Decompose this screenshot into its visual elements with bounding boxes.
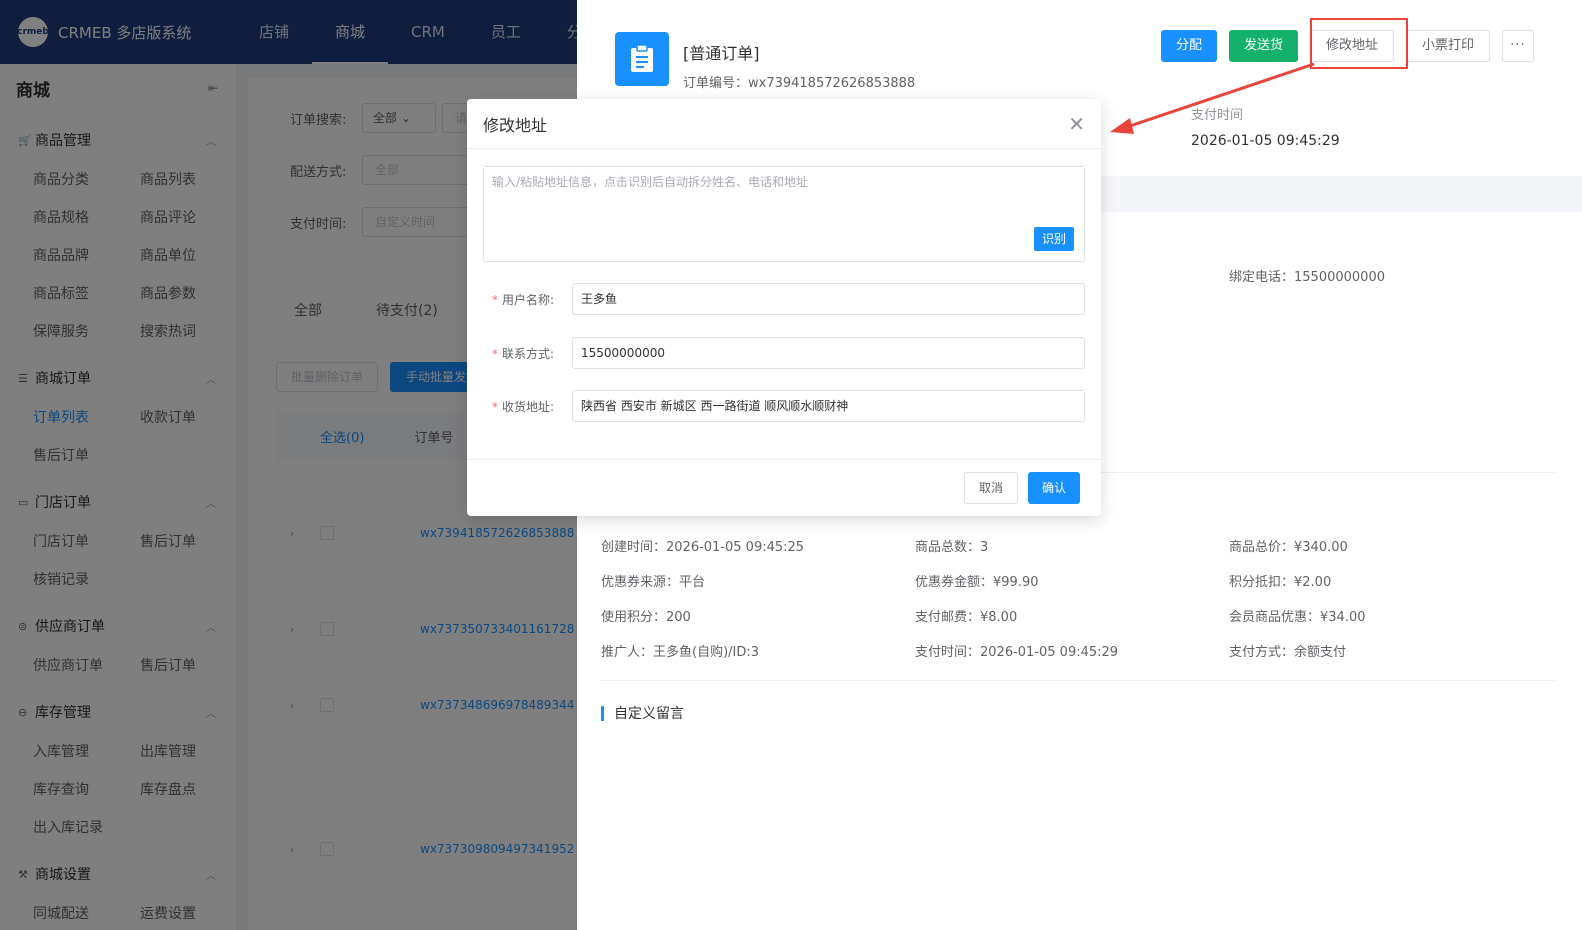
annotation-highlight-box [1310,18,1408,69]
pay-time-value: 2026-01-05 09:45:29 [1191,133,1340,149]
paste-placeholder: 输入/粘贴地址信息，点击识别后自动拆分姓名、电话和地址 [492,175,809,189]
recognize-button[interactable]: 识别 [1033,227,1074,251]
info-postage: 支付邮费：¥8.00 [915,610,1018,625]
dialog-footer: 取消 确认 [467,459,1101,516]
info-pay-time: 支付时间：2026-01-05 09:45:29 [915,645,1119,660]
order-type: [普通订单] [683,44,760,63]
name-input[interactable]: 王多鱼 [572,283,1085,315]
label-text: 用户名称: [501,292,554,307]
info-row: 推广人：王多鱼(自购)/ID:3 支付时间：2026-01-05 09:45:2… [601,633,1561,668]
label-text: 收货地址: [501,399,554,414]
address-paste-textarea[interactable]: 输入/粘贴地址信息，点击识别后自动拆分姓名、电话和地址 识别 [483,166,1085,262]
form-row-phone: * 联系方式: 15500000000 [483,337,1085,369]
info-points-deduct: 积分抵扣：¥2.00 [1229,575,1332,590]
label-text: 联系方式: [501,346,554,361]
edit-address-dialog: 修改地址 ✕ 输入/粘贴地址信息，点击识别后自动拆分姓名、电话和地址 识别 * 用… [467,99,1101,516]
section-title-text: 自定义留言 [614,706,684,722]
info-pay-method: 支付方式：余额支付 [1229,645,1347,660]
phone-label: * 联系方式: [483,345,572,362]
assign-button[interactable]: 分配 [1160,30,1217,62]
info-goods-count: 商品总数：3 [915,540,989,555]
form-row-address: * 收货地址: 陕西省 西安市 新城区 西一路街道 顺风顺水顺财神 [483,390,1085,422]
required-mark: * [491,292,498,307]
required-mark: * [491,399,498,414]
address-label: * 收货地址: [483,398,572,415]
custom-message-section: 自定义留言 [601,703,684,723]
drawer-header: [普通订单] 订单编号：wx739418572626853888 [615,32,915,91]
info-points-used: 使用积分：200 [601,610,691,625]
form-row-name: * 用户名称: 王多鱼 [483,283,1085,315]
info-row: 优惠券来源：平台 优惠券金额：¥99.90 积分抵扣：¥2.00 [601,563,1561,598]
pay-time-info: 支付时间 2026-01-05 09:45:29 [1191,104,1340,149]
order-info-grid: 创建时间：2026-01-05 09:45:25 商品总数：3 商品总价：¥34… [601,528,1561,668]
order-number: 订单编号：wx739418572626853888 [683,76,916,91]
confirm-button[interactable]: 确认 [1028,472,1081,504]
clipboard-icon [615,32,669,86]
pay-time-label: 支付时间 [1191,108,1244,123]
address-input[interactable]: 陕西省 西安市 新城区 西一路街道 顺风顺水顺财神 [572,390,1085,422]
info-coupon-amount: 优惠券金额：¥99.90 [915,575,1039,590]
phone-input[interactable]: 15500000000 [572,337,1085,369]
divider [600,680,1558,681]
info-member-discount: 会员商品优惠：¥34.00 [1229,610,1366,625]
required-mark: * [491,346,498,361]
close-icon[interactable]: ✕ [1068,114,1085,134]
info-row: 创建时间：2026-01-05 09:45:25 商品总数：3 商品总价：¥34… [601,528,1561,563]
info-promoter: 推广人：王多鱼(自购)/ID:3 [601,645,760,660]
name-label: * 用户名称: [483,291,572,308]
dialog-title: 修改地址 [483,115,548,135]
info-coupon-source: 优惠券来源：平台 [601,575,706,590]
print-receipt-button[interactable]: 小票打印 [1405,30,1490,62]
bind-phone: 绑定电话：15500000000 [1229,270,1385,285]
info-row: 使用积分：200 支付邮费：¥8.00 会员商品优惠：¥34.00 [601,598,1561,633]
more-icon[interactable]: ··· [1502,30,1534,62]
section-bar [601,705,604,721]
cancel-button[interactable]: 取消 [964,472,1019,504]
dialog-header: 修改地址 ✕ [467,99,1101,149]
info-create-time: 创建时间：2026-01-05 09:45:25 [601,540,805,555]
info-goods-total: 商品总价：¥340.00 [1229,540,1348,555]
ship-button[interactable]: 发送货 [1228,30,1298,62]
